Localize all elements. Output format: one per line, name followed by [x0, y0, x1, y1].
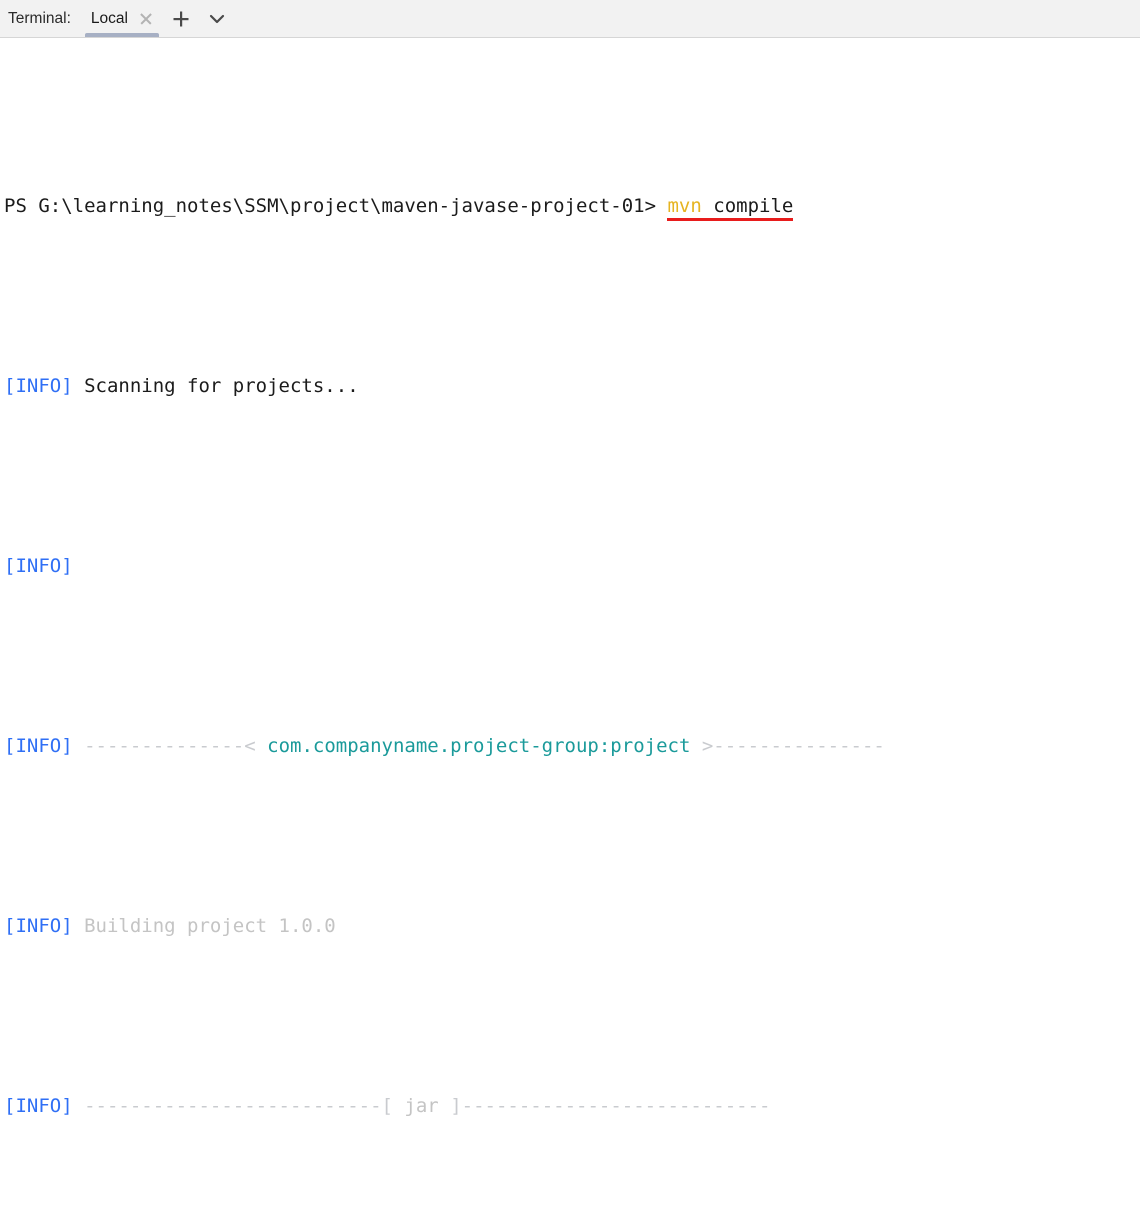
terminal-line-prompt: PS G:\learning_notes\SSM\project\maven-j… — [4, 188, 1140, 224]
log-message: Building project 1.0.0 — [84, 915, 336, 937]
dash-rule-left: --------------------------[ — [84, 1095, 393, 1117]
terminal-line-packaging: [INFO] --------------------------[ jar ]… — [4, 1088, 1140, 1124]
terminal-tabbar: Terminal: Local — [0, 0, 1140, 38]
info-tag: [INFO] — [4, 915, 73, 937]
chevron-down-icon — [209, 14, 225, 23]
dash-rule-left: --------------< — [84, 735, 256, 757]
command-arg: compile — [713, 195, 794, 217]
tab-local-label: Local — [90, 9, 128, 27]
dash-rule-right: >--------------- — [701, 735, 885, 757]
terminal-options-button[interactable] — [199, 0, 235, 37]
close-icon[interactable] — [138, 11, 153, 26]
terminal-line-blank-1: [INFO] — [4, 548, 1140, 584]
terminal-line-building: [INFO] Building project 1.0.0 — [4, 908, 1140, 944]
tab-local[interactable]: Local — [81, 0, 163, 37]
info-tag: [INFO] — [4, 1095, 73, 1117]
project-coordinates: com.companyname.project-group:project — [267, 735, 691, 757]
info-tag: [INFO] — [4, 375, 73, 397]
command-keyword: mvn — [667, 195, 702, 217]
terminal-line-scanning: [INFO] Scanning for projects... — [4, 368, 1140, 404]
packaging-type: jar — [404, 1095, 439, 1117]
tabbar-title: Terminal: — [8, 9, 71, 27]
info-tag: [INFO] — [4, 735, 73, 757]
dash-rule-right: ]--------------------------- — [450, 1095, 771, 1117]
plus-icon — [173, 11, 189, 26]
command-annotation: mvn compile — [667, 195, 794, 221]
new-terminal-button[interactable] — [163, 0, 199, 37]
shell-prompt: PS G:\learning_notes\SSM\project\maven-j… — [4, 195, 657, 217]
terminal-line-project-coords: [INFO] --------------< com.companyname.p… — [4, 728, 1140, 764]
log-message: Scanning for projects... — [84, 375, 359, 397]
terminal-output[interactable]: PS G:\learning_notes\SSM\project\maven-j… — [0, 38, 1140, 1228]
info-tag: [INFO] — [4, 555, 73, 577]
tab-active-indicator — [84, 33, 159, 37]
